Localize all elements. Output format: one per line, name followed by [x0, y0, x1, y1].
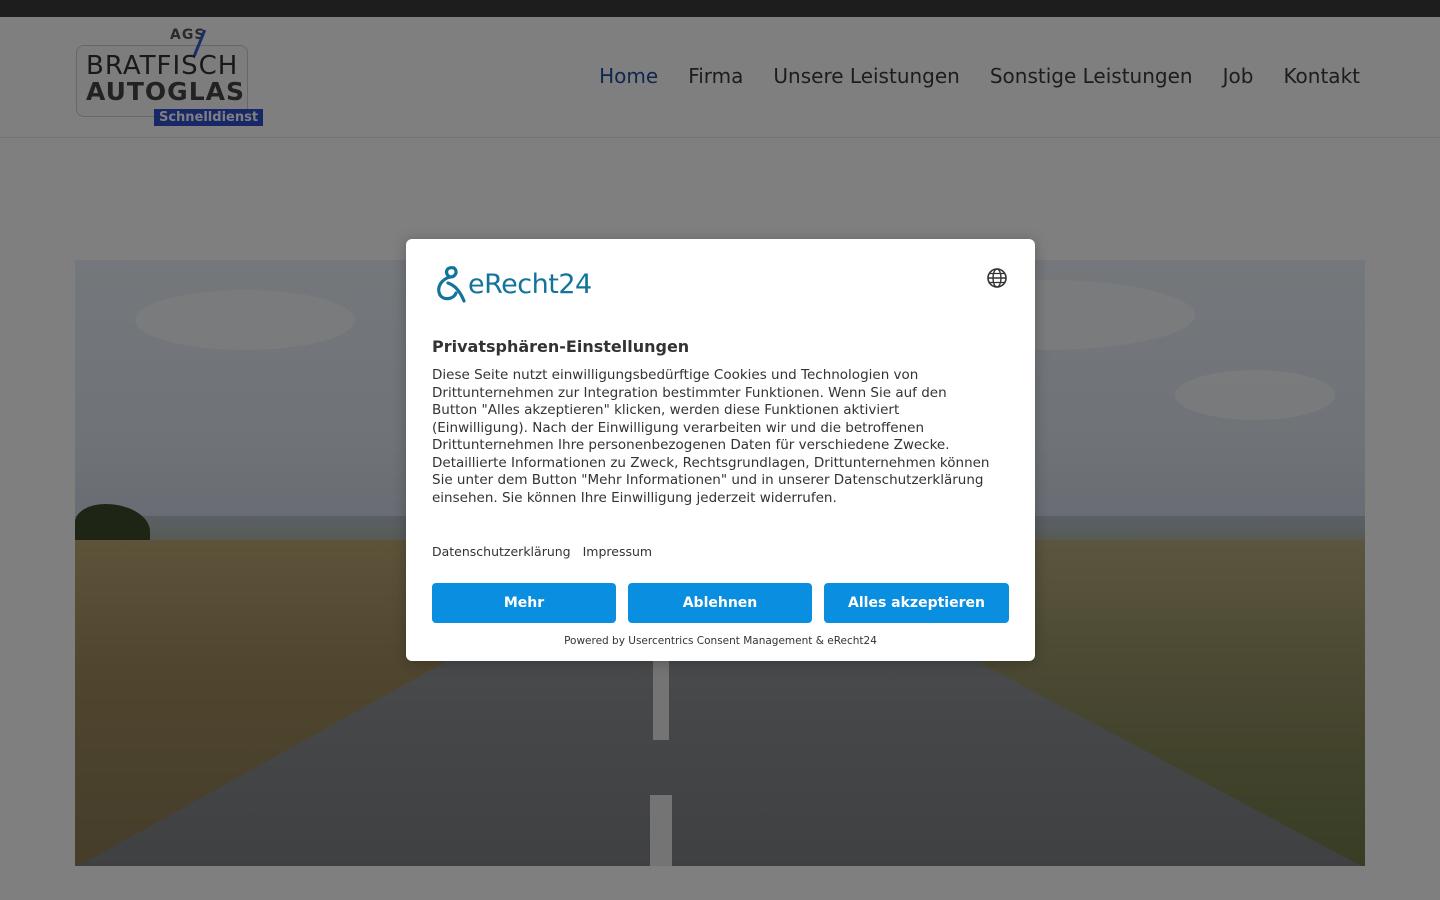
powered-by-text: Powered by Usercentrics Consent Manageme…: [564, 635, 877, 647]
imprint-link[interactable]: Impressum: [583, 544, 652, 559]
consent-links: Datenschutzerklärung Impressum: [432, 544, 652, 559]
consent-description: Diese Seite nutzt einwilligungsbedürftig…: [432, 367, 990, 506]
accept-all-button[interactable]: Alles akzeptieren: [824, 583, 1009, 623]
consent-buttons: Mehr Ablehnen Alles akzeptieren: [432, 583, 1009, 623]
privacy-policy-link[interactable]: Datenschutzerklärung: [432, 544, 571, 559]
erecht24-logo: eRecht24: [432, 265, 592, 303]
globe-icon[interactable]: [986, 267, 1008, 289]
erecht24-mark-icon: [437, 266, 466, 303]
more-button[interactable]: Mehr: [432, 583, 616, 623]
deny-button[interactable]: Ablehnen: [628, 583, 812, 623]
erecht24-wordmark: eRecht24: [468, 268, 592, 300]
consent-dialog: eRecht24 Privatsphären-Einstellungen Die…: [406, 239, 1035, 661]
consent-title: Privatsphären-Einstellungen: [432, 337, 690, 356]
